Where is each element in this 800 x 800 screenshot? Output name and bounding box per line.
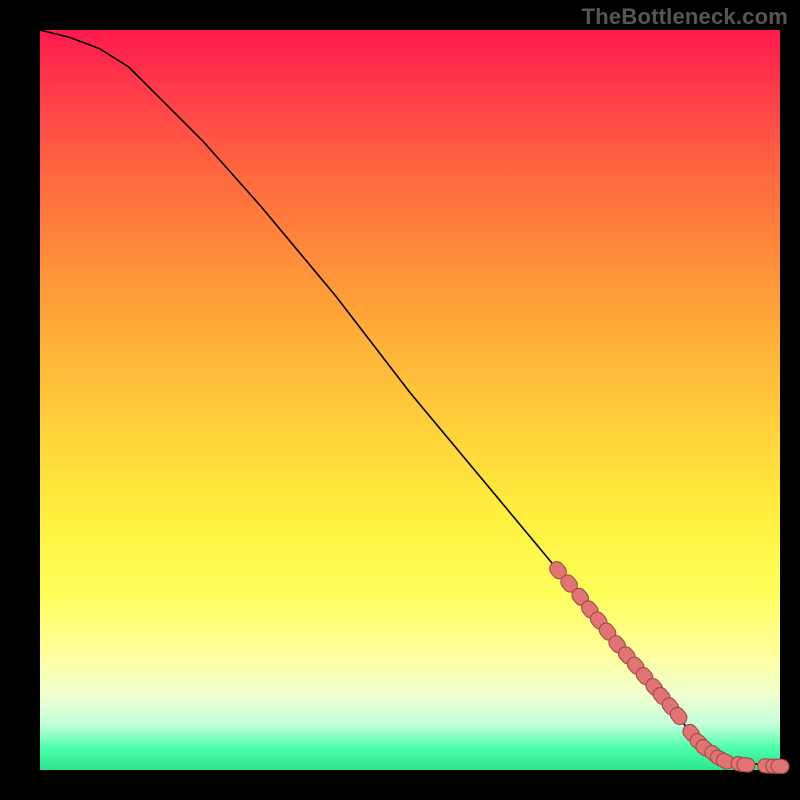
plot-svg — [40, 30, 780, 770]
bottleneck-curve — [40, 30, 780, 766]
scatter-point — [736, 757, 755, 773]
plot-area — [40, 30, 780, 770]
attribution-text: TheBottleneck.com — [582, 4, 788, 30]
scatter-point — [770, 758, 789, 774]
chart-frame: TheBottleneck.com — [0, 0, 800, 800]
scatter-layer — [547, 559, 790, 774]
